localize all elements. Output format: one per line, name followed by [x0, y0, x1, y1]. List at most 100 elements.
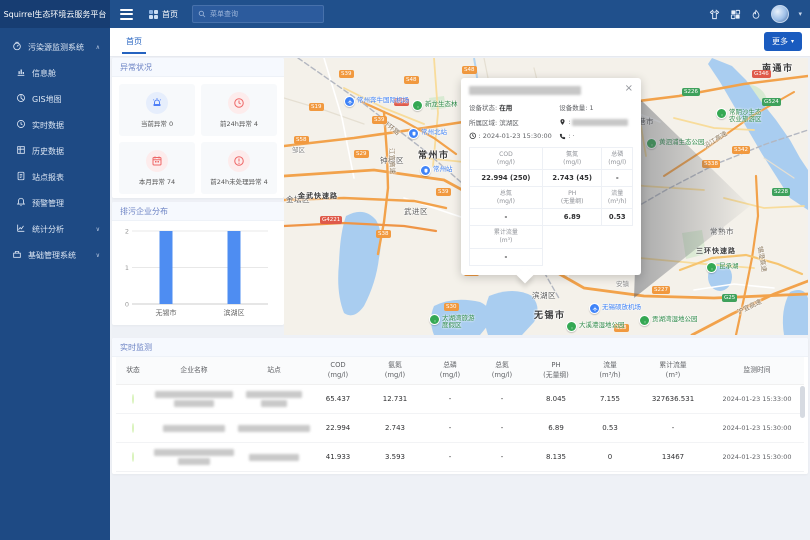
svg-text:1: 1 — [125, 264, 129, 272]
abnormal-card-1[interactable]: 前24h异常 4 — [201, 84, 277, 136]
sidebar-item-label: 预警管理 — [32, 198, 64, 209]
more-caret-icon: ▾ — [791, 38, 794, 45]
redacted-address — [572, 119, 628, 126]
sidebar-item-label: 统计分析 — [32, 224, 64, 235]
sidebar-item-base-system[interactable]: 基础管理系统∨ — [0, 242, 110, 268]
svg-text:无锡市: 无锡市 — [156, 308, 177, 317]
phone-icon — [559, 133, 566, 140]
user-menu-caret-icon[interactable]: ▾ — [798, 10, 802, 18]
popup-metric-name: 氨氮(mg/l) — [542, 148, 602, 170]
redacted-company-name — [150, 447, 238, 467]
popup-metric-name: 流量(m³/h) — [602, 187, 633, 209]
breadcrumb-home[interactable]: 首页 — [149, 9, 178, 20]
search-icon — [198, 10, 206, 18]
address-row: : — [559, 117, 633, 127]
sidebar-item-label: 基础管理系统 — [28, 250, 76, 261]
sidebar-item-label: 信息舱 — [32, 68, 56, 79]
history-data-icon — [16, 145, 26, 157]
popup-metrics-table: COD(mg/l)氨氮(mg/l)总磷(mg/l)22.994 (250)2.7… — [469, 147, 633, 266]
menu-search-input[interactable]: 菜单查询 — [192, 5, 324, 23]
table-scrollbar[interactable] — [800, 386, 805, 470]
sidebar-item-history-data[interactable]: 历史数据 — [0, 138, 110, 164]
layout-icon[interactable] — [729, 8, 741, 20]
sidebar-item-realtime-data[interactable]: 实时数据 — [0, 112, 110, 138]
popup-close-icon[interactable]: × — [625, 85, 633, 93]
sidebar-item-gis-map[interactable]: GIS地图 — [0, 86, 110, 112]
map-popup: × 设备状态: 在用 设备数量: 1 所属区域: 滨湖区 : :2024-01-… — [461, 78, 641, 275]
cell-value: 65.437 — [310, 395, 366, 403]
cell-value: 7.155 — [584, 395, 636, 403]
cell-value: 2024-01-23 15:30:00 — [710, 424, 804, 432]
clock-icon — [228, 92, 250, 114]
redacted-station-name — [238, 452, 310, 463]
alert-mgmt-icon — [16, 197, 26, 209]
card-label: 本月异常 74 — [139, 176, 175, 186]
location-pin-icon — [559, 118, 566, 126]
cell-value: 41.933 — [310, 453, 366, 461]
siren-icon — [146, 92, 168, 114]
cell-value: 3.593 — [366, 453, 424, 461]
sidebar-item-station-report[interactable]: 站点报表 — [0, 164, 110, 190]
realtime-panel-title: 实时监测 — [112, 338, 808, 357]
base-system-icon — [12, 249, 22, 261]
redacted-company-title — [469, 86, 581, 95]
chart-panel-title: 排污企业分布 — [112, 202, 284, 221]
main-content: 异常状况 当前异常 0 前24h异常 4 本月异常 74 前24h未处理异常 4 排污… — [110, 56, 810, 540]
tab-home[interactable]: 首页 — [120, 28, 148, 54]
header-actions: ▾ — [708, 5, 802, 23]
card-label: 前24h异常 4 — [220, 118, 258, 128]
redacted-station-name — [238, 389, 310, 409]
map-canvas[interactable]: 常州市钟楼区武进区金坛区无锡市滨湖区常熟市南通市张家港市江阴市邹区洛社安镇金武快… — [284, 58, 808, 335]
sidebar-item-stats-analysis[interactable]: 统计分析∨ — [0, 216, 110, 242]
cell-value: 327636.531 — [636, 395, 710, 403]
sidebar-item-monitor-system[interactable]: 污染源监测系统∧ — [0, 34, 110, 60]
tab-bar: 首页 更多▾ — [110, 28, 810, 57]
home-grid-icon — [149, 10, 158, 19]
cell-value: - — [636, 424, 710, 432]
menu-toggle-icon[interactable] — [120, 9, 133, 20]
table-row[interactable]: 65.43712.731--8.0457.155327636.5312024-0… — [116, 385, 804, 414]
flame-icon[interactable] — [750, 8, 762, 20]
monitor-table-body: 65.43712.731--8.0457.155327636.5312024-0… — [116, 385, 804, 472]
cell-value: 0 — [584, 453, 636, 461]
stats-analysis-icon — [16, 223, 26, 235]
bar-chart: 012无锡市滨湖区 — [112, 221, 284, 327]
monitor-table: 状态企业名称站点COD(mg/l)氨氮(mg/l)总磷(mg/l)总氮(mg/l… — [112, 357, 808, 472]
column-header: 监测时间 — [710, 366, 804, 376]
cell-value: 6.89 — [528, 424, 584, 432]
monitor-system-icon — [12, 41, 22, 53]
home-label: 首页 — [162, 9, 178, 20]
redacted-company-name — [150, 389, 238, 409]
column-header: COD(mg/l) — [310, 361, 366, 380]
cell-value: 8.045 — [528, 395, 584, 403]
abnormal-cards: 当前异常 0 前24h异常 4 本月异常 74 前24h未处理异常 4 — [112, 77, 284, 201]
info-cabin-icon — [16, 67, 26, 79]
device-count-row: 设备数量: 1 — [559, 102, 633, 112]
cell-value: 2024-01-23 15:33:00 — [710, 395, 804, 403]
cell-value: 8.135 — [528, 453, 584, 461]
abnormal-card-2[interactable]: 本月异常 74 — [119, 142, 195, 194]
svg-text:滨湖区: 滨湖区 — [224, 308, 245, 317]
status-dot — [132, 452, 134, 462]
gis-map-icon — [16, 93, 26, 105]
abnormal-panel-title: 异常状况 — [112, 58, 284, 77]
abnormal-status-panel: 异常状况 当前异常 0 前24h异常 4 本月异常 74 前24h未处理异常 4 — [112, 58, 284, 198]
user-avatar[interactable] — [771, 5, 789, 23]
search-placeholder: 菜单查询 — [210, 9, 238, 19]
popup-metric-value: 2.743 (45) — [542, 170, 602, 187]
theme-shirt-icon[interactable] — [708, 8, 720, 20]
abnormal-card-3[interactable]: 前24h未处理异常 4 — [201, 142, 277, 194]
sidebar-item-alert-mgmt[interactable]: 预警管理 — [0, 190, 110, 216]
table-row[interactable]: 22.9942.743--6.890.53-2024-01-23 15:30:0… — [116, 414, 804, 443]
device-status-row: 设备状态: 在用 — [469, 102, 559, 112]
card-label: 前24h未处理异常 4 — [210, 176, 268, 186]
more-button[interactable]: 更多▾ — [764, 32, 802, 51]
cell-value: - — [424, 395, 476, 403]
column-header: 状态 — [116, 366, 150, 376]
table-row[interactable]: 41.9333.593--8.1350134672024-01-23 15:30… — [116, 443, 804, 472]
sidebar-item-info-cabin[interactable]: 信息舱 — [0, 60, 110, 86]
abnormal-card-0[interactable]: 当前异常 0 — [119, 84, 195, 136]
app-logo[interactable]: Squirrel生态环境云服务平台 — [0, 0, 110, 28]
scrollbar-thumb[interactable] — [800, 386, 805, 418]
popup-info-grid: 设备状态: 在用 设备数量: 1 所属区域: 滨湖区 : :2024-01-23… — [469, 102, 633, 140]
